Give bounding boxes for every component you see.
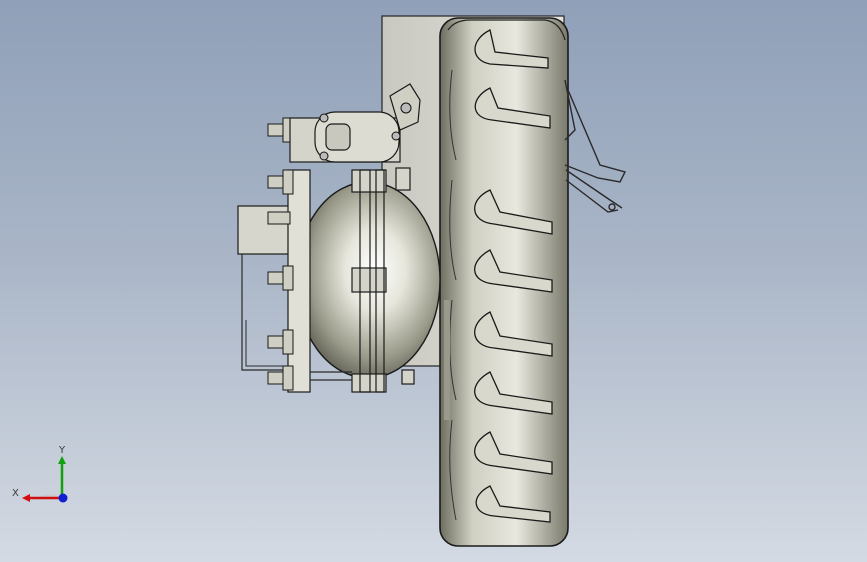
coordinate-triad: Y X xyxy=(12,445,68,503)
steering-motor xyxy=(289,83,421,163)
x-axis-label: X xyxy=(12,488,19,499)
steering-linkage xyxy=(564,79,627,213)
y-axis-label: Y xyxy=(58,445,66,456)
z-axis-dot xyxy=(58,493,68,503)
cad-model-view[interactable] xyxy=(0,0,867,562)
graphics-viewport[interactable]: Y X xyxy=(0,0,867,562)
tire[interactable] xyxy=(439,17,569,547)
